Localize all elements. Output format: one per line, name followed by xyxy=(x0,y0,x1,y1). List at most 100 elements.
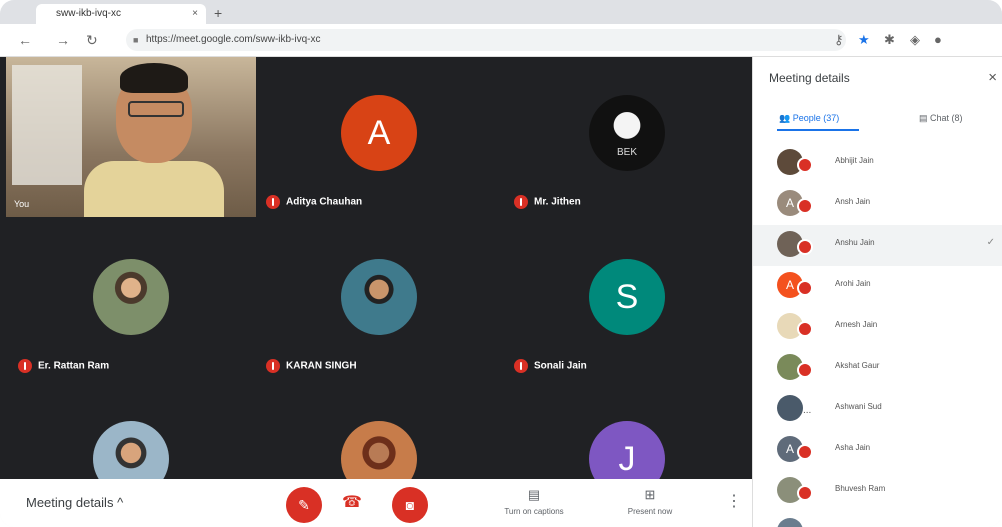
browser-window: sww-ikb-ivq-xc × + ← → ↻ ■ https://meet.… xyxy=(0,0,1002,527)
active-tab-indicator xyxy=(777,129,859,131)
avatar xyxy=(93,421,169,479)
mic-off-icon xyxy=(514,359,528,373)
url-text: https://meet.google.com/sww-ikb-ivq-xc xyxy=(146,34,321,45)
participant-name: KARAN SINGH xyxy=(266,359,357,373)
participant-tile[interactable] xyxy=(6,401,256,479)
mic-off-button[interactable]: ✎ xyxy=(286,487,322,523)
tab-bar: sww-ikb-ivq-xc × + xyxy=(0,0,1002,24)
participant-tile[interactable]: A Aditya Chauhan xyxy=(254,75,504,215)
avatar-text: BEK xyxy=(616,147,637,158)
avatar xyxy=(93,259,169,335)
mic-off-icon xyxy=(797,198,813,214)
captions-icon: ▤ xyxy=(527,487,541,502)
address-row: ← → ↻ ■ https://meet.google.com/sww-ikb-… xyxy=(0,24,1002,57)
self-view-tile[interactable]: You xyxy=(6,57,256,217)
tab-close-icon[interactable]: × xyxy=(192,4,198,24)
mic-off-icon xyxy=(266,359,280,373)
mic-off-icon xyxy=(797,239,813,255)
window-light xyxy=(12,65,82,185)
participant-tile[interactable]: BEK Mr. Jithen xyxy=(502,75,752,215)
avatar: BEK xyxy=(589,95,665,171)
back-icon[interactable]: ← xyxy=(18,30,32,50)
mic-off-icon xyxy=(797,157,813,173)
list-item[interactable]: Akshat Gaur xyxy=(753,348,1002,389)
people-icon: 👥 xyxy=(779,113,791,123)
captions-button[interactable]: ▤ Turn on captions xyxy=(484,487,584,516)
avatar xyxy=(341,421,417,479)
present-now-button[interactable]: ⊞ Present now xyxy=(600,487,700,516)
list-item[interactable] xyxy=(753,512,1002,527)
participant-name: Er. Rattan Ram xyxy=(18,359,109,373)
person-name: Akshat Gaur xyxy=(835,361,880,370)
check-icon[interactable]: ✓ xyxy=(987,237,995,248)
profile-icon[interactable]: ● xyxy=(934,32,942,48)
close-icon[interactable]: × xyxy=(988,69,997,86)
shield-icon[interactable]: ◈ xyxy=(910,32,920,48)
present-label: Present now xyxy=(627,507,673,516)
list-item[interactable]: Bhuvesh Ram xyxy=(753,471,1002,512)
person-name: Arnesh Jain xyxy=(835,320,878,329)
person-name: Anshu Jain xyxy=(835,238,875,247)
person-name: Asha Jain xyxy=(835,443,871,452)
tab-title: sww-ikb-ivq-xc xyxy=(56,8,121,19)
list-item[interactable]: Abhijit Jain xyxy=(753,143,1002,184)
hang-up-button[interactable]: ☎ xyxy=(342,493,362,513)
mic-off-icon xyxy=(797,485,813,501)
ellipsis-icon: ... xyxy=(803,405,812,416)
panel-title: Meeting details xyxy=(769,71,850,85)
more-options-icon[interactable]: ⋮ xyxy=(726,493,742,511)
avatar xyxy=(341,259,417,335)
avatar: S xyxy=(589,259,665,335)
self-body xyxy=(84,161,224,217)
list-item[interactable]: ... Ashwani Sud xyxy=(753,389,1002,430)
new-tab-button[interactable]: + xyxy=(214,4,222,22)
people-list: Abhijit Jain A Ansh Jain Anshu Jain ✓ A … xyxy=(753,143,1002,527)
participant-tile[interactable]: S Sonali Jain xyxy=(502,239,752,379)
participant-tile[interactable]: J xyxy=(502,401,752,479)
self-glasses xyxy=(128,101,184,117)
list-item[interactable]: A Asha Jain xyxy=(753,430,1002,471)
avatar: A xyxy=(341,95,417,171)
list-item[interactable]: A Ansh Jain xyxy=(753,184,1002,225)
present-icon: ⊞ xyxy=(644,487,656,502)
mic-off-icon xyxy=(797,362,813,378)
mic-off-icon xyxy=(797,321,813,337)
list-item[interactable]: A Arohi Jain xyxy=(753,266,1002,307)
mic-off-icon xyxy=(18,359,32,373)
avatar: J xyxy=(589,421,665,479)
list-item[interactable]: Anshu Jain ✓ xyxy=(753,225,1002,266)
reload-icon[interactable]: ↻ xyxy=(86,30,98,50)
meeting-details-button[interactable]: Meeting details ^ xyxy=(26,495,123,510)
self-view-label: You xyxy=(14,199,30,209)
mic-off-icon xyxy=(797,444,813,460)
mic-off-icon xyxy=(797,280,813,296)
bottom-bar: Meeting details ^ ✎ ☎ ◙ ▤ Turn on captio… xyxy=(0,479,752,527)
mic-off-icon xyxy=(266,195,280,209)
chat-icon: ▤ xyxy=(919,113,928,123)
participant-tile[interactable]: KARAN SINGH xyxy=(254,239,504,379)
extensions-icon[interactable]: ✱ xyxy=(884,32,895,48)
star-icon[interactable]: ★ xyxy=(858,32,870,48)
list-item[interactable]: Arnesh Jain xyxy=(753,307,1002,348)
avatar xyxy=(777,395,803,421)
tab-people[interactable]: 👥 People (37) xyxy=(779,113,839,124)
browser-tab[interactable]: sww-ikb-ivq-xc × xyxy=(36,4,206,24)
captions-label: Turn on captions xyxy=(504,507,564,516)
video-grid: You A Aditya Chauhan BEK Mr. Jithen Er. … xyxy=(0,57,752,479)
camera-off-button[interactable]: ◙ xyxy=(392,487,428,523)
self-hair xyxy=(120,63,188,93)
participant-tile[interactable]: Er. Rattan Ram xyxy=(6,239,256,379)
participant-tile[interactable] xyxy=(254,401,504,479)
key-icon[interactable]: ⚷ xyxy=(834,32,844,48)
participant-name: Mr. Jithen xyxy=(514,195,581,209)
lock-icon: ■ xyxy=(133,35,139,45)
person-name: Bhuvesh Ram xyxy=(835,484,886,493)
tab-chat[interactable]: ▤ Chat (8) xyxy=(919,113,963,124)
person-name: Abhijit Jain xyxy=(835,156,874,165)
person-name: Ansh Jain xyxy=(835,197,871,206)
chevron-up-icon: ^ xyxy=(117,495,124,510)
url-bar[interactable]: ■ https://meet.google.com/sww-ikb-ivq-xc xyxy=(126,29,846,51)
forward-icon[interactable]: → xyxy=(56,30,70,50)
avatar xyxy=(777,518,803,527)
mic-off-icon xyxy=(514,195,528,209)
